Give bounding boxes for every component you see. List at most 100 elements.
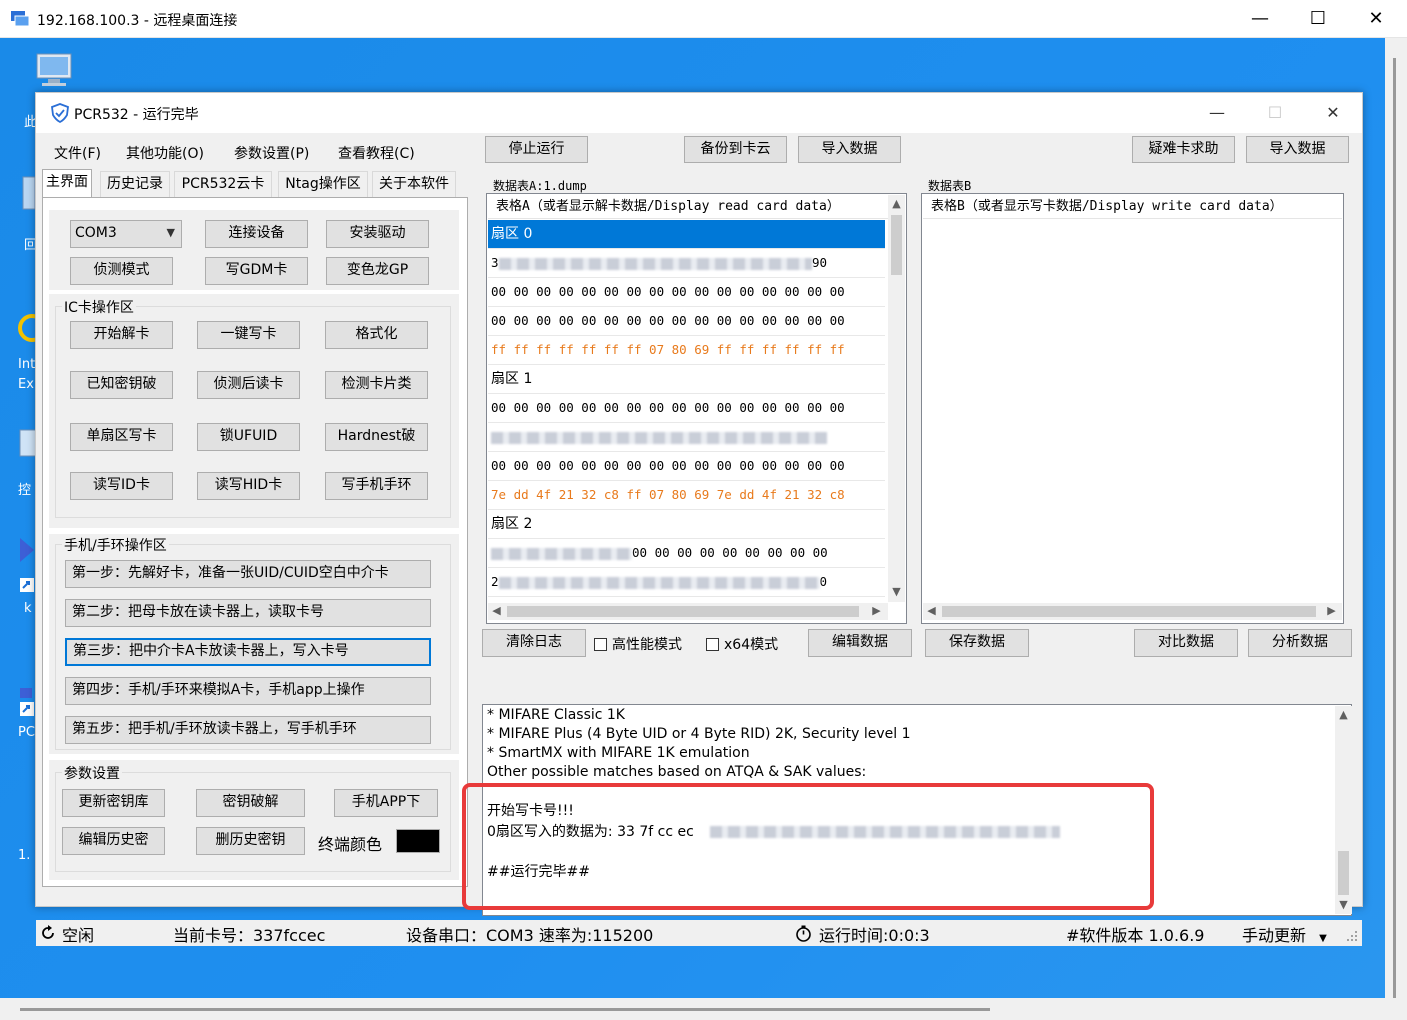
manual-update-dropdown[interactable]: 手动更新 ▼ [1242,922,1327,946]
data-row[interactable]: 3 90 [488,249,885,278]
data-row[interactable]: 7e dd 4f 21 32 c8 ff 07 80 69 7e dd 4f 2… [488,481,885,510]
terminal-color-swatch[interactable] [396,829,440,853]
status-current-card: 当前卡号：337fccec [173,926,326,945]
tab-ntag[interactable]: Ntag操作区 [278,171,368,197]
rdp-maximize-button[interactable]: ☐ [1289,0,1347,38]
read-write-id-card-button[interactable]: 读写ID卡 [70,472,173,500]
rdp-close-button[interactable]: ✕ [1347,0,1405,38]
table-b-horizontal-scrollbar[interactable]: ◀ ▶ [923,603,1342,620]
data-row[interactable]: 00 00 00 00 00 00 00 00 00 00 00 00 00 0… [488,307,885,336]
checkbox-box[interactable] [706,638,719,651]
delete-history-key-button[interactable]: 删历史密钥 [196,827,305,855]
high-performance-checkbox[interactable]: 高性能模式 [594,634,682,654]
scroll-left-icon[interactable]: ◀ [488,604,505,617]
phone-step-5-button[interactable]: 第五步：把手机/手环放读卡器上，写手机手环 [65,716,431,744]
lock-ufuid-button[interactable]: 锁UFUID [197,423,300,451]
scroll-right-icon[interactable]: ▶ [868,604,885,617]
phone-step-3-button[interactable]: 第三步：把中介卡A卡放读卡器上，写入卡号 [65,638,431,666]
menu-parameter-settings[interactable]: 参数设置(P) [234,143,309,163]
data-row[interactable]: 00 00 00 00 00 00 00 00 00 [488,539,885,568]
edit-history-key-button[interactable]: 编辑历史密 [62,827,165,855]
sector-row[interactable]: 扇区 2 [488,510,885,539]
log-scroll-thumb[interactable] [1338,851,1349,895]
phone-step-2-button[interactable]: 第二步：把母卡放在读卡器上，读取卡号 [65,599,431,627]
write-phone-band-button[interactable]: 写手机手环 [325,472,428,500]
key-crack-button[interactable]: 密钥破解 [196,789,305,817]
hardnest-crack-button[interactable]: Hardnest破 [325,423,428,451]
rdp-vertical-scrollbar[interactable] [1385,38,1407,1013]
format-button[interactable]: 格式化 [325,321,428,349]
sector-row[interactable]: 扇区 0 [488,220,885,249]
detect-then-read-button[interactable]: 侦测后读卡 [197,371,300,399]
data-row[interactable] [488,423,885,452]
data-row[interactable]: ff ff ff ff ff ff ff 07 80 69 ff ff ff f… [488,336,885,365]
internet-explorer-icon[interactable] [18,308,36,348]
import-data-a-button[interactable]: 导入数据 [798,136,901,163]
app-shortcut-icon[interactable] [18,536,36,596]
menu-view-tutorial[interactable]: 查看教程(C) [338,143,415,163]
menu-file[interactable]: 文件(F) [54,143,101,163]
known-key-crack-button[interactable]: 已知密钥破 [70,371,173,399]
tab-about[interactable]: 关于本软件 [372,171,456,197]
install-driver-button[interactable]: 安装驱动 [326,220,429,248]
phone-step-1-button[interactable]: 第一步：先解好卡，准备一张UID/CUID空白中介卡 [65,560,431,588]
data-row[interactable]: 00 00 00 00 00 00 00 00 00 00 00 00 00 0… [488,452,885,481]
edit-data-button[interactable]: 编辑数据 [808,629,912,657]
tab-pcr532-cloud[interactable]: PCR532云卡 [174,171,272,197]
difficult-card-help-button[interactable]: 疑难卡求助 [1132,136,1235,163]
detect-card-type-button[interactable]: 检测卡片类 [325,371,428,399]
stop-run-button[interactable]: 停止运行 [485,136,588,163]
table-a-hscroll-thumb[interactable] [507,606,859,617]
table-a-vertical-scrollbar[interactable]: ▲ ▼ [888,195,905,602]
control-panel-icon[interactable] [18,428,36,458]
save-data-button[interactable]: 保存数据 [925,629,1029,657]
data-row[interactable]: 00 00 00 00 00 00 00 00 00 00 00 00 00 0… [488,394,885,423]
log-vertical-scrollbar[interactable]: ▲ ▼ [1335,706,1352,914]
com-port-select[interactable]: COM3 ▼ [70,220,182,248]
data-row[interactable]: 20 [488,568,885,597]
x64-mode-checkbox[interactable]: x64模式 [706,634,778,654]
checkbox-box[interactable] [594,638,607,651]
start-decrypt-button[interactable]: 开始解卡 [70,321,173,349]
menu-other-functions[interactable]: 其他功能(O) [126,143,204,163]
rdp-minimize-button[interactable]: — [1231,0,1289,38]
rdp-vertical-scroll-thumb[interactable] [1393,58,1396,1013]
chameleon-gp-button[interactable]: 变色龙GP [326,257,429,285]
data-row[interactable]: 00 00 00 00 00 00 00 00 00 00 00 00 00 0… [488,278,885,307]
phone-app-download-button[interactable]: 手机APP下 [334,789,438,817]
scroll-down-icon[interactable]: ▼ [888,585,905,598]
scroll-up-icon[interactable]: ▲ [1335,708,1352,721]
table-a-horizontal-scrollbar[interactable]: ◀ ▶ [488,603,888,620]
recycle-bin-icon[interactable] [22,173,36,213]
single-sector-write-button[interactable]: 单扇区写卡 [70,423,173,451]
write-gdm-card-button[interactable]: 写GDM卡 [205,257,308,285]
scroll-left-icon[interactable]: ◀ [923,604,940,617]
tab-main[interactable]: 主界面 [42,169,92,197]
phone-step-4-button[interactable]: 第四步：手机/手环来模拟A卡，手机app上操作 [65,677,431,705]
this-pc-desktop-icon[interactable] [34,52,76,92]
rdp-horizontal-scrollbar[interactable] [0,998,1407,1020]
sector-row[interactable]: 扇区 1 [488,365,885,394]
update-key-library-button[interactable]: 更新密钥库 [62,789,165,817]
app-minimize-button[interactable]: — [1188,93,1246,133]
resize-grip-icon[interactable] [1346,930,1358,942]
table-b-hscroll-thumb[interactable] [942,606,1316,617]
scroll-down-icon[interactable]: ▼ [1335,898,1352,911]
scroll-up-icon[interactable]: ▲ [888,197,905,210]
table-a-scroll-thumb[interactable] [891,215,902,275]
compare-data-button[interactable]: 对比数据 [1134,629,1238,657]
tab-history[interactable]: 历史记录 [100,171,170,197]
clear-log-button[interactable]: 清除日志 [482,629,586,657]
shield-icon [51,103,69,123]
one-click-write-button[interactable]: 一键写卡 [197,321,300,349]
detect-mode-button[interactable]: 侦测模式 [70,257,173,285]
pc-shortcut-icon[interactable] [18,688,36,718]
scroll-right-icon[interactable]: ▶ [1323,604,1340,617]
import-data-b-button[interactable]: 导入数据 [1246,136,1349,163]
app-close-button[interactable]: ✕ [1304,93,1362,133]
backup-to-cloud-button[interactable]: 备份到卡云 [684,136,787,163]
connect-device-button[interactable]: 连接设备 [205,220,308,248]
rdp-horizontal-scroll-thumb[interactable] [20,1008,990,1011]
analyze-data-button[interactable]: 分析数据 [1248,629,1352,657]
read-write-hid-card-button[interactable]: 读写HID卡 [197,472,300,500]
